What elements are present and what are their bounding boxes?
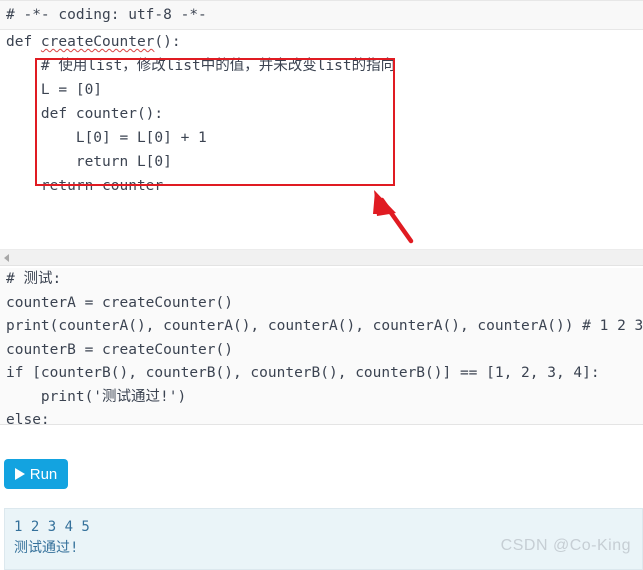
run-button-label: Run <box>29 465 58 483</box>
code-line[interactable]: print(counterA(), counterA(), counterA()… <box>0 315 643 339</box>
code-tail: (): <box>154 34 181 50</box>
output-panel: 1 2 3 4 5 测试通过! CSDN @Co-King <box>4 508 643 570</box>
code-keyword: def <box>6 34 41 50</box>
code-line[interactable]: L[0] = L[0] + 1 <box>0 126 643 150</box>
code-line[interactable]: # 测试: <box>0 268 643 292</box>
code-line[interactable]: # 使用list，修改list中的值，并未改变list的指向 <box>0 54 643 78</box>
play-icon <box>14 468 25 480</box>
code-line[interactable]: counterA = createCounter() <box>0 292 643 316</box>
code-editor-top[interactable]: # -*- coding: utf-8 -*- def createCounte… <box>0 0 643 248</box>
code-line[interactable]: if [counterB(), counterB(), counterB(), … <box>0 362 643 386</box>
scroll-left-arrow-icon[interactable] <box>4 254 9 262</box>
code-line[interactable]: print('测试通过!') <box>0 386 643 410</box>
watermark: CSDN @Co-King <box>500 537 631 554</box>
code-line[interactable]: def createCounter(): <box>0 30 643 54</box>
horizontal-scrollbar[interactable] <box>0 249 643 266</box>
code-line[interactable]: return counter <box>0 174 643 198</box>
code-line[interactable]: def counter(): <box>0 102 643 126</box>
code-line[interactable]: counterB = createCounter() <box>0 339 643 363</box>
output-line: 1 2 3 4 5 <box>14 519 90 535</box>
function-name-squiggle: createCounter <box>40 34 155 50</box>
code-line[interactable]: return L[0] <box>0 150 643 174</box>
code-line[interactable]: L = [0] <box>0 78 643 102</box>
code-line[interactable]: else: <box>0 409 643 424</box>
code-editor-bottom[interactable]: # 测试: counterA = createCounter() print(c… <box>0 268 643 425</box>
run-button[interactable]: Run <box>4 459 68 489</box>
code-line[interactable]: # -*- coding: utf-8 -*- <box>0 0 643 30</box>
